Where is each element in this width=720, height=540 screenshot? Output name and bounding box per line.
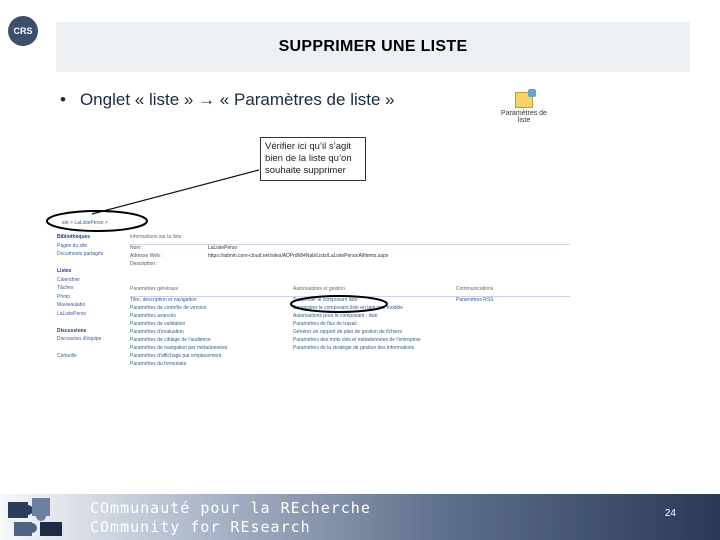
embedded-screenshot: ste > LaListePerso > Bibliothèques Pages … — [57, 214, 570, 386]
settings-link[interactable]: Paramètres de ciblage de l'audience — [130, 337, 293, 345]
settings-link[interactable]: Autorisations pour le composant : liste — [293, 313, 456, 321]
settings-link[interactable]: Paramètres de flux de travail — [293, 321, 456, 329]
info-section-title: Informations sur la liste — [130, 234, 570, 245]
settings-link[interactable]: Paramètres des mots clés et métadonnées … — [293, 337, 456, 345]
instruction-bullet: • Onglet « liste » → « Paramètres de list… — [60, 90, 395, 110]
sidebar-item[interactable]: Discussion d'équipe — [57, 336, 123, 345]
sidebar-item[interactable]: Photo — [57, 294, 123, 303]
footer-line-1: COmmunauté pour la REcherche — [90, 499, 371, 517]
info-key: Adresse Web : — [130, 253, 163, 259]
settings-link[interactable]: Paramètres de validation — [130, 321, 293, 329]
sidebar-header[interactable]: Discussions — [57, 328, 123, 337]
sidebar-item[interactable]: Corbeille — [57, 353, 123, 362]
settings-link[interactable]: Paramètres de la stratégie de gestion de… — [293, 345, 456, 353]
title-bar: SUPPRIMER UNE LISTE — [56, 22, 690, 72]
breadcrumb[interactable]: ste > LaListePerso > — [62, 220, 108, 226]
quick-launch-sidebar: Bibliothèques Pages du site Documents part… — [57, 234, 123, 362]
sidebar-header[interactable]: Listes — [57, 268, 123, 277]
page-title: SUPPRIMER UNE LISTE — [278, 38, 468, 55]
settings-link[interactable]: Paramètres d'évaluation — [130, 329, 293, 337]
sidebar-item — [57, 319, 123, 328]
column-header: Communications — [456, 286, 570, 297]
footer-banner: COmmunauté pour la REcherche COmmunity f… — [0, 494, 720, 540]
settings-link[interactable]: Paramètres d'affichage par emplacement — [130, 353, 293, 361]
settings-link[interactable]: Paramètres du formulaire — [130, 361, 293, 369]
info-key: Nom : — [130, 245, 144, 251]
sidebar-item[interactable]: LaListePerso — [57, 311, 123, 320]
column-header: Autorisations et gestion — [293, 286, 456, 297]
settings-link[interactable]: Paramètres avancés — [130, 313, 293, 321]
callout-pointer — [91, 169, 260, 215]
info-value: LaListePerso — [208, 245, 238, 251]
settings-link[interactable]: Paramètres de navigation par métadonnées — [130, 345, 293, 353]
info-row: Adresse Web : https://admin.core-cloud.ne… — [130, 253, 570, 261]
info-row: Description : — [130, 261, 570, 269]
settings-link[interactable]: Titre, description et navigation — [130, 297, 293, 305]
settings-link[interactable]: Paramètres de contrôle de version — [130, 305, 293, 313]
info-rows: Nom : LaListePerso Adresse Web : https://ad… — [130, 245, 570, 269]
communications-column: Communications Paramètres RSS — [456, 286, 570, 369]
list-settings-shortcut[interactable]: Paramètres de liste — [500, 89, 548, 128]
logo-text: CRS — [13, 26, 33, 36]
info-row: Nom : LaListePerso — [130, 245, 570, 253]
sidebar-item[interactable]: Tâches — [57, 285, 123, 294]
settings-link[interactable]: Paramètres RSS — [456, 297, 570, 305]
bullet-dot: • — [60, 90, 66, 109]
permissions-column: Autorisations et gestion Supprimer le com… — [293, 286, 456, 369]
settings-list-icon — [515, 89, 536, 108]
sidebar-item[interactable]: Pages du site — [57, 243, 123, 252]
settings-link[interactable]: Supprimer le composant liste — [293, 297, 456, 305]
column-header: Paramètres généraux — [130, 286, 293, 297]
info-value: https://admin.core-cloud.net/sites/ADPrd… — [208, 253, 389, 259]
settings-link[interactable]: Enregistrer le composant liste en tant q… — [293, 305, 456, 313]
sidebar-item — [57, 345, 123, 354]
sidebar-item — [57, 260, 123, 269]
callout-note: Vérifier ici qu’il s’agit bien de la lis… — [260, 137, 366, 181]
general-settings-column: Paramètres généraux Titre, description et… — [130, 286, 293, 369]
sidebar-header[interactable]: Bibliothèques — [57, 234, 123, 243]
footer-line-2: COmmunity for REsearch — [90, 518, 311, 536]
puzzle-icon — [8, 498, 62, 536]
instruction-text: Onglet « liste » → « Paramètres de liste… — [79, 90, 395, 109]
settings-link[interactable]: Générer un rapport de plan de gestion de… — [293, 329, 456, 337]
logo: CRS — [8, 16, 38, 46]
sidebar-item[interactable]: Calendrier — [57, 277, 123, 286]
list-settings-label: Paramètres de liste — [501, 110, 547, 124]
settings-main: Informations sur la liste Nom : LaListePe… — [130, 234, 570, 384]
info-key: Description : — [130, 261, 158, 267]
page-number: 24 — [664, 508, 676, 519]
settings-columns: Paramètres généraux Titre, description et… — [130, 286, 570, 369]
sidebar-item[interactable]: Documents partagés — [57, 251, 123, 260]
sidebar-item[interactable]: Mavieaulabo — [57, 302, 123, 311]
